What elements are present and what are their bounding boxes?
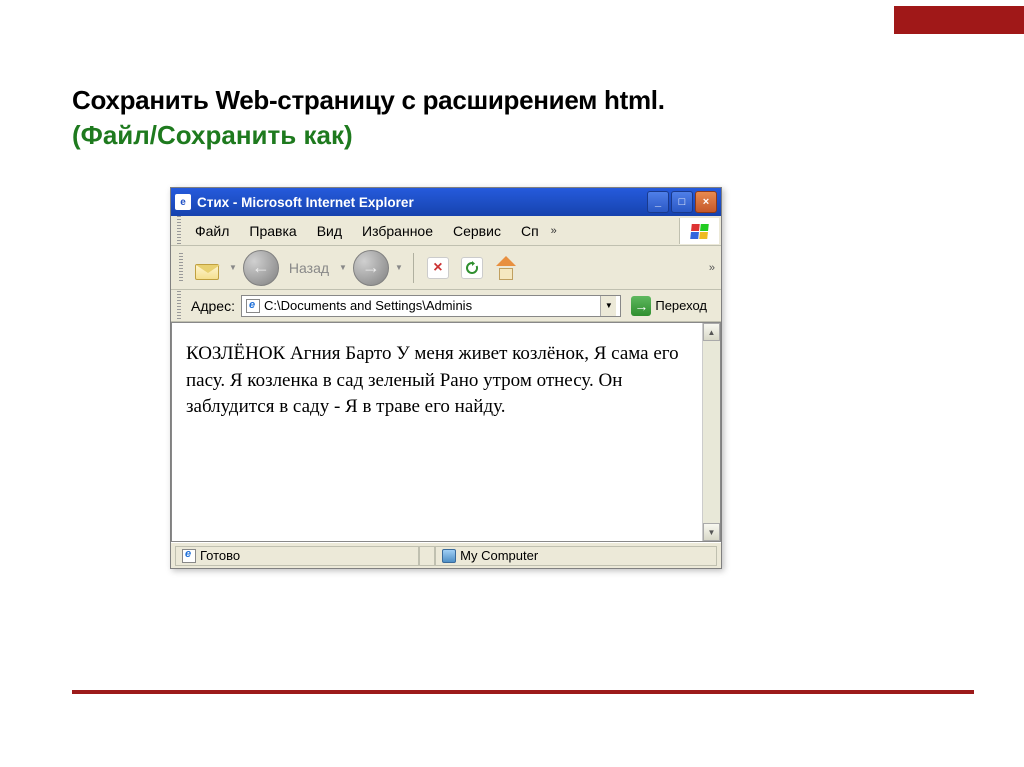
- scroll-down-icon[interactable]: ▼: [703, 523, 720, 541]
- address-bar: Адрес: C:\Documents and Settings\Adminis…: [171, 290, 721, 322]
- ie-window: e Стих - Microsoft Internet Explorer _ □…: [170, 187, 722, 569]
- toolbar-grip[interactable]: [179, 253, 183, 283]
- slide-accent: [894, 6, 1024, 34]
- refresh-icon: [461, 257, 483, 279]
- mail-icon[interactable]: [193, 256, 223, 280]
- windows-flag-icon: [690, 224, 709, 239]
- titlebar[interactable]: e Стих - Microsoft Internet Explorer _ □…: [171, 188, 721, 216]
- slide-divider: [72, 690, 974, 694]
- mail-dropdown-icon[interactable]: ▼: [229, 263, 237, 272]
- go-label: Переход: [655, 298, 707, 313]
- address-input[interactable]: C:\Documents and Settings\Adminis ▼: [241, 295, 621, 317]
- menu-truncated[interactable]: Сп: [511, 220, 549, 242]
- slide-subtitle: (Файл/Сохранить как): [72, 120, 1014, 151]
- status-zone-label: My Computer: [460, 548, 538, 563]
- home-icon: [494, 256, 518, 280]
- menu-file[interactable]: Файл: [185, 220, 239, 242]
- vertical-scrollbar[interactable]: ▲ ▼: [702, 323, 720, 541]
- minimize-button[interactable]: _: [647, 191, 669, 213]
- scrollbar-track[interactable]: [703, 341, 720, 523]
- content-pane: КОЗЛЁНОК Агния Барто У меня живет козлён…: [171, 322, 721, 542]
- menu-more-chevron[interactable]: »: [551, 225, 557, 237]
- forward-dropdown-icon[interactable]: ▼: [395, 263, 403, 272]
- address-label: Адрес:: [191, 298, 235, 314]
- go-button[interactable]: → Переход: [627, 295, 715, 317]
- menu-edit[interactable]: Правка: [239, 220, 306, 242]
- address-dropdown-icon[interactable]: ▼: [600, 296, 616, 316]
- stop-icon: ×: [427, 257, 449, 279]
- back-label: Назад: [289, 260, 329, 276]
- computer-icon: [442, 549, 456, 563]
- menu-favorites[interactable]: Избранное: [352, 220, 443, 242]
- page-icon: [182, 549, 196, 563]
- stop-button[interactable]: ×: [424, 254, 452, 282]
- toolbar: ▼ ← Назад ▼ → ▼ × »: [171, 246, 721, 290]
- menubar: Файл Правка Вид Избранное Сервис Сп »: [171, 216, 721, 246]
- status-separator: [419, 546, 435, 566]
- windows-logo: [679, 218, 719, 244]
- maximize-button[interactable]: □: [671, 191, 693, 213]
- slide-title-block: Сохранить Web-страницу с расширением htm…: [72, 85, 1014, 151]
- go-arrow-icon: →: [631, 296, 651, 316]
- menu-tools[interactable]: Сервис: [443, 220, 511, 242]
- status-bar: Готово My Computer: [171, 542, 721, 568]
- toolbar-more-chevron[interactable]: »: [709, 262, 715, 274]
- ie-logo-icon: e: [175, 194, 191, 210]
- window-title: Стих - Microsoft Internet Explorer: [197, 195, 647, 210]
- address-path: C:\Documents and Settings\Adminis: [264, 298, 600, 313]
- status-ready-label: Готово: [200, 548, 240, 563]
- back-button[interactable]: ←: [243, 250, 279, 286]
- scroll-up-icon[interactable]: ▲: [703, 323, 720, 341]
- page-body-text: КОЗЛЁНОК Агния Барто У меня живет козлён…: [172, 323, 702, 541]
- refresh-button[interactable]: [458, 254, 486, 282]
- slide-title: Сохранить Web-страницу с расширением htm…: [72, 85, 1014, 116]
- status-zone: My Computer: [435, 546, 717, 566]
- forward-button[interactable]: →: [353, 250, 389, 286]
- home-button[interactable]: [492, 254, 520, 282]
- toolbar-separator: [413, 253, 414, 283]
- toolbar-grip[interactable]: [177, 291, 181, 321]
- page-icon: [246, 299, 260, 313]
- back-dropdown-icon[interactable]: ▼: [339, 263, 347, 272]
- toolbar-grip[interactable]: [177, 216, 181, 246]
- close-button[interactable]: ×: [695, 191, 717, 213]
- status-ready: Готово: [175, 546, 419, 566]
- menu-view[interactable]: Вид: [307, 220, 352, 242]
